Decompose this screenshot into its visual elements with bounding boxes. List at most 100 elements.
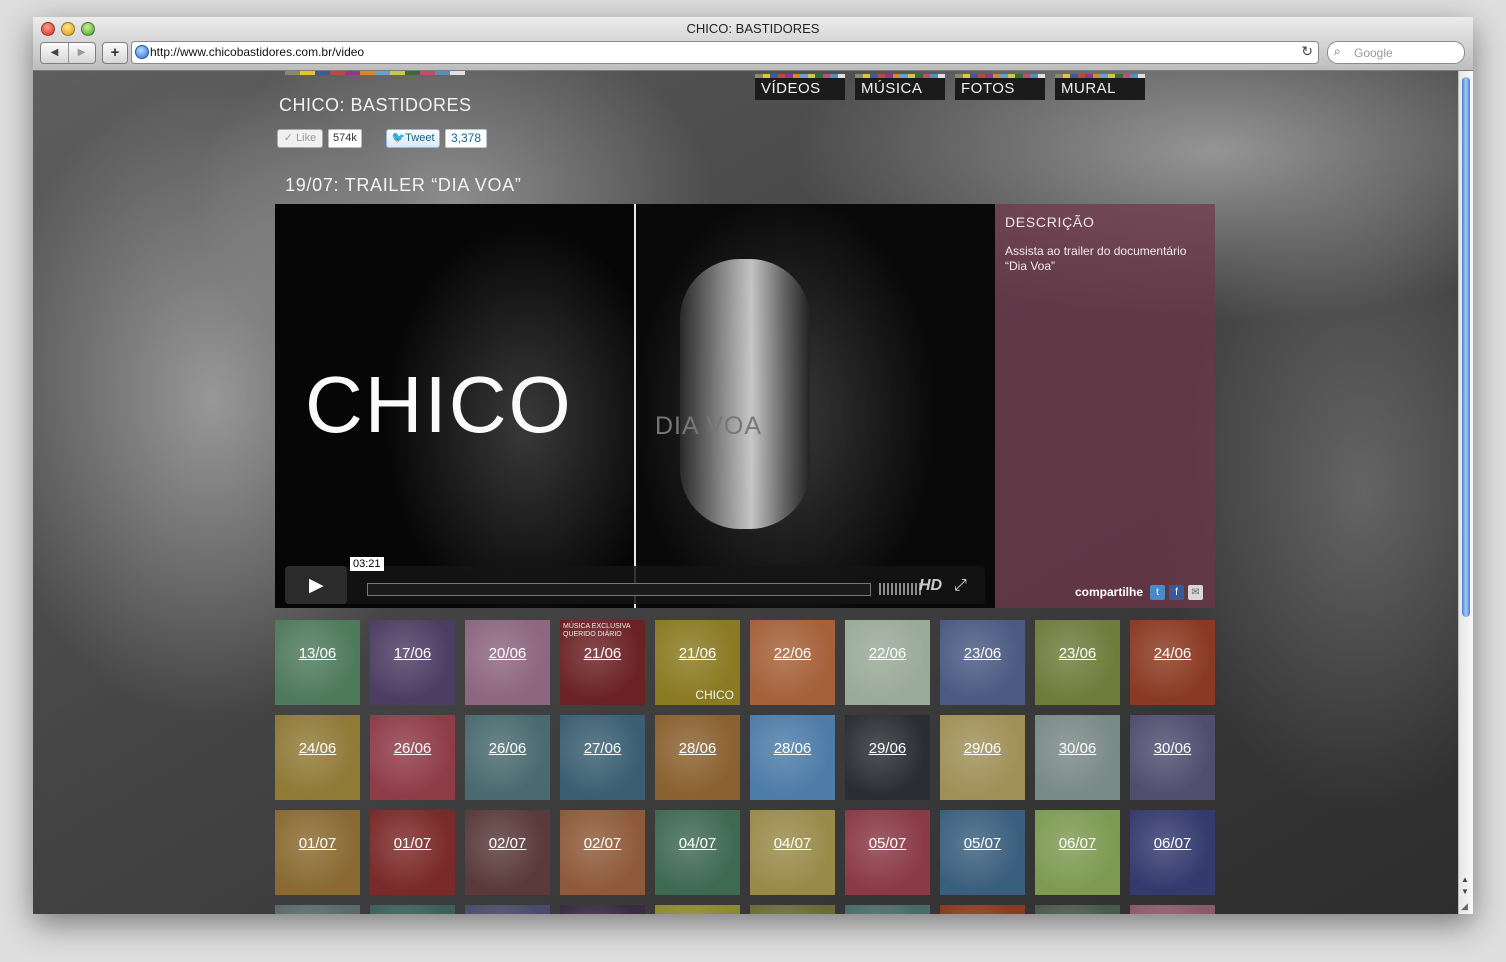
thumbnail-date-link[interactable]: 01/07 [370,835,455,852]
video-thumbnail[interactable]: 23/06 [1035,620,1120,705]
facebook-icon[interactable]: f [1169,585,1184,600]
thumbnail-date-link[interactable]: 27/06 [560,740,645,757]
scroll-up-arrow[interactable]: ▲ [1461,875,1469,884]
video-thumbnail[interactable]: 21/06 CHICO [655,620,740,705]
volume-bar[interactable] [911,583,913,595]
video-thumbnail[interactable] [275,905,360,914]
thumbnail-date-link[interactable]: 28/06 [655,740,740,757]
thumbnail-date-link[interactable]: 21/06 [655,645,740,662]
video-thumbnail[interactable]: 04/07 [655,810,740,895]
play-button[interactable]: ▶ [285,566,347,604]
thumbnail-date-link[interactable]: 05/07 [845,835,930,852]
site-title[interactable]: CHICO: BASTIDORES [279,95,472,116]
progress-bar[interactable] [367,583,871,596]
video-thumbnail[interactable] [465,905,550,914]
volume-bar[interactable] [891,583,893,595]
video-thumbnail[interactable]: 22/06 [845,620,930,705]
volume-bar[interactable] [915,583,917,595]
thumbnail-date-link[interactable]: 28/06 [750,740,835,757]
scroll-thumb[interactable] [1462,77,1470,617]
thumbnail-date-link[interactable]: 13/06 [275,645,360,662]
video-thumbnail[interactable]: 04/07 [750,810,835,895]
video-thumbnail[interactable] [560,905,645,914]
nav-fotos[interactable]: FOTOS [955,74,1045,100]
search-input[interactable]: ⌕ Google [1327,41,1465,64]
thumbnail-date-link[interactable]: 29/06 [940,740,1025,757]
thumbnail-date-link[interactable]: 17/06 [370,645,455,662]
video-thumbnail[interactable]: 01/07 [275,810,360,895]
video-thumbnail[interactable]: 30/06 [1035,715,1120,800]
back-button[interactable]: ◀ [41,43,69,63]
thumbnail-date-link[interactable]: 23/06 [1035,645,1120,662]
video-thumbnail[interactable]: 17/06 [370,620,455,705]
video-thumbnail[interactable]: 05/07 [940,810,1025,895]
thumbnail-date-link[interactable]: 22/06 [750,645,835,662]
video-thumbnail[interactable]: 13/06 [275,620,360,705]
video-thumbnail[interactable]: 30/06 [1130,715,1215,800]
thumbnail-date-link[interactable]: 24/06 [1130,645,1215,662]
video-thumbnail[interactable] [655,905,740,914]
vertical-scrollbar[interactable]: ▲ ▼ [1458,71,1473,914]
video-thumbnail[interactable]: 23/06 [940,620,1025,705]
video-thumbnail[interactable]: 29/06 [940,715,1025,800]
tweet-button[interactable]: 🐦Tweet [386,129,440,148]
video-thumbnail[interactable]: 05/07 [845,810,930,895]
nav-mural[interactable]: MURAL [1055,74,1145,100]
video-thumbnail[interactable]: 02/07 [560,810,645,895]
thumbnail-date-link[interactable]: 23/06 [940,645,1025,662]
address-bar[interactable]: http://www.chicobastidores.com.br/video … [131,41,1319,64]
email-icon[interactable]: ✉ [1188,585,1203,600]
video-thumbnail[interactable] [750,905,835,914]
thumbnail-date-link[interactable]: 05/07 [940,835,1025,852]
thumbnail-date-link[interactable]: 26/06 [370,740,455,757]
thumbnail-date-link[interactable]: 04/07 [655,835,740,852]
video-thumbnail[interactable]: 02/07 [465,810,550,895]
volume-bar[interactable] [895,583,897,595]
add-bookmark-button[interactable]: + [102,42,128,64]
volume-bar[interactable] [903,583,905,595]
video-thumbnail[interactable]: 24/06 [1130,620,1215,705]
video-thumbnail[interactable] [940,905,1025,914]
thumbnail-date-link[interactable]: 02/07 [465,835,550,852]
thumbnail-date-link[interactable]: 06/07 [1035,835,1120,852]
video-thumbnail[interactable]: 28/06 [750,715,835,800]
thumbnail-date-link[interactable]: 24/06 [275,740,360,757]
video-thumbnail[interactable] [370,905,455,914]
thumbnail-date-link[interactable]: 21/06 [560,645,645,662]
thumbnail-date-link[interactable]: 26/06 [465,740,550,757]
video-thumbnail[interactable]: 27/06 [560,715,645,800]
video-thumbnail[interactable]: 24/06 [275,715,360,800]
thumbnail-date-link[interactable]: 22/06 [845,645,930,662]
video-thumbnail[interactable]: 26/06 [465,715,550,800]
video-thumbnail[interactable]: 01/07 [370,810,455,895]
fullscreen-icon[interactable]: ⤢ [954,577,967,595]
volume-control[interactable] [879,583,921,595]
thumbnail-date-link[interactable]: 29/06 [845,740,930,757]
thumbnail-date-link[interactable]: 30/06 [1130,740,1215,757]
thumbnail-date-link[interactable]: 20/06 [465,645,550,662]
thumbnail-date-link[interactable]: 02/07 [560,835,645,852]
nav-videos[interactable]: VÍDEOS [755,74,845,100]
scroll-down-arrow[interactable]: ▼ [1461,887,1469,896]
video-thumbnail[interactable] [845,905,930,914]
video-thumbnail[interactable]: 26/06 [370,715,455,800]
twitter-icon[interactable]: t [1150,585,1165,600]
video-thumbnail[interactable]: 20/06 [465,620,550,705]
video-thumbnail[interactable]: 06/07 [1035,810,1120,895]
thumbnail-date-link[interactable]: 06/07 [1130,835,1215,852]
forward-button[interactable]: ▶ [68,43,95,63]
video-thumbnail[interactable]: MÚSICA EXCLUSIVA QUERIDO DIÁRIO 21/06 [560,620,645,705]
volume-bar[interactable] [883,583,885,595]
video-thumbnail[interactable]: 29/06 [845,715,930,800]
volume-bar[interactable] [887,583,889,595]
resize-grip-icon[interactable]: ◢ [1461,901,1468,912]
volume-bar[interactable] [899,583,901,595]
facebook-like-button[interactable]: ✓ Like [277,129,323,148]
reload-icon[interactable]: ↻ [1301,43,1313,60]
thumbnail-date-link[interactable]: 01/07 [275,835,360,852]
video-thumbnail[interactable]: 22/06 [750,620,835,705]
hd-toggle[interactable]: HD [919,577,942,595]
volume-bar[interactable] [879,583,881,595]
video-thumbnail[interactable]: 06/07 [1130,810,1215,895]
video-player[interactable]: CHICO DIA VOA ▶ 03:21 HD ⤢ [275,204,995,608]
